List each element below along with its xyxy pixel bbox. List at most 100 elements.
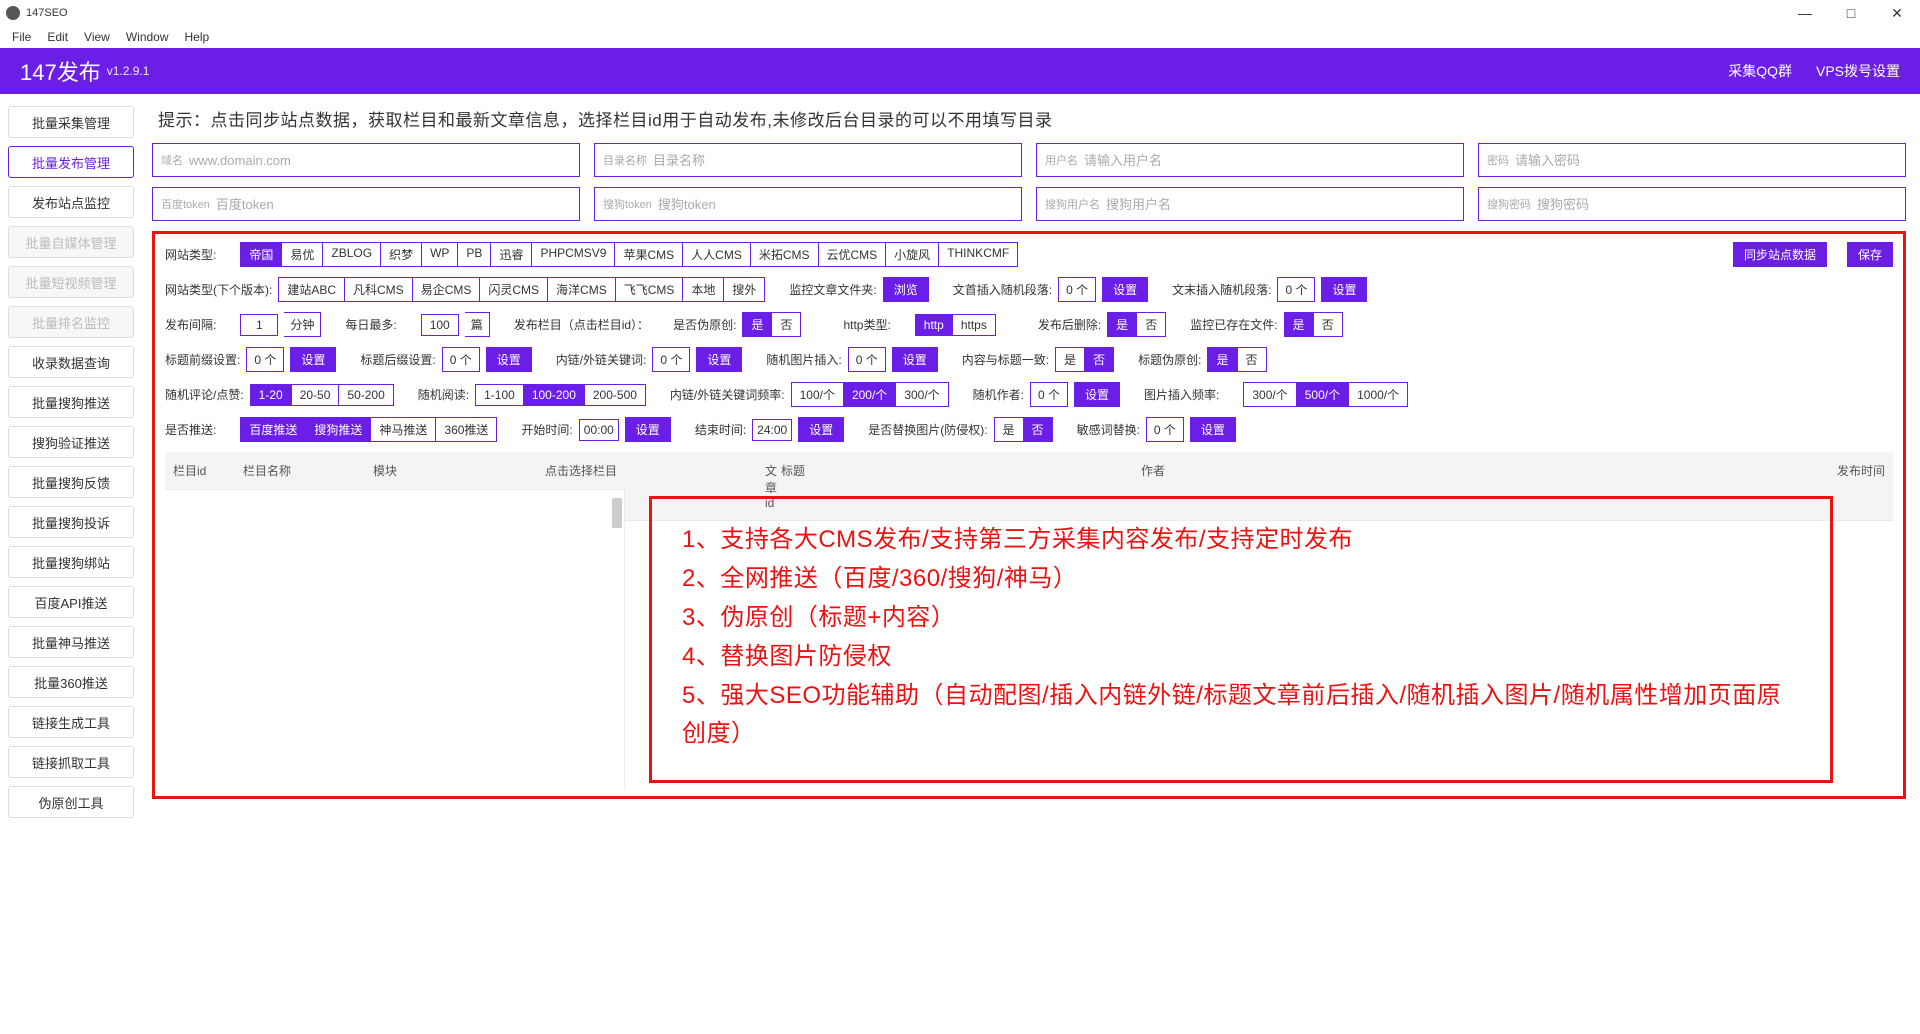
save-button[interactable]: 保存: [1847, 242, 1893, 267]
site-types-next-opt-5[interactable]: 飞飞CMS: [615, 277, 684, 302]
rand-img-input[interactable]: 0 个: [848, 347, 886, 372]
menu-edit[interactable]: Edit: [41, 28, 74, 46]
sidebar-item-13[interactable]: 批量神马推送: [8, 626, 134, 658]
site-types-opt-3[interactable]: 织梦: [380, 242, 422, 267]
menu-file[interactable]: File: [6, 28, 37, 46]
inputs-row1-input-0[interactable]: [189, 153, 571, 168]
replace-img-yes[interactable]: 是: [994, 417, 1024, 442]
rand-img-setting[interactable]: 设置: [892, 347, 938, 372]
push-opts-opt-1[interactable]: 搜狗推送: [305, 417, 371, 442]
comment-opts-opt-0[interactable]: 1-20: [250, 384, 292, 406]
inputs-row2-input-3[interactable]: [1537, 197, 1897, 212]
rand-author-setting[interactable]: 设置: [1074, 382, 1120, 407]
sidebar-item-9[interactable]: 批量搜狗反馈: [8, 466, 134, 498]
sensitive-setting[interactable]: 设置: [1190, 417, 1236, 442]
sidebar-item-14[interactable]: 批量360推送: [8, 666, 134, 698]
link-kw-setting[interactable]: 设置: [696, 347, 742, 372]
push-opts-opt-0[interactable]: 百度推送: [240, 417, 306, 442]
inputs-row2-input-0[interactable]: [216, 197, 571, 212]
daily-max-input[interactable]: 100: [421, 314, 459, 336]
site-types-opt-2[interactable]: ZBLOG: [322, 242, 381, 267]
sidebar-item-10[interactable]: 批量搜狗投诉: [8, 506, 134, 538]
title-suffix-input[interactable]: 0 个: [442, 347, 480, 372]
menu-help[interactable]: Help: [179, 28, 216, 46]
site-types-next-opt-0[interactable]: 建站ABC: [278, 277, 345, 302]
replace-img-no[interactable]: 否: [1023, 417, 1053, 442]
para-after-setting[interactable]: 设置: [1321, 277, 1367, 302]
sidebar-item-2[interactable]: 发布站点监控: [8, 186, 134, 218]
site-types-opt-5[interactable]: PB: [457, 242, 491, 267]
site-types-opt-7[interactable]: PHPCMSV9: [531, 242, 615, 267]
sidebar-item-6[interactable]: 收录数据查询: [8, 346, 134, 378]
title-pseudo-yes[interactable]: 是: [1207, 347, 1237, 372]
site-types-opt-13[interactable]: THINKCMF: [938, 242, 1018, 267]
freq-opts-opt-2[interactable]: 300/个: [895, 382, 948, 407]
monitor-exist-no[interactable]: 否: [1313, 312, 1343, 337]
after-delete-yes[interactable]: 是: [1107, 312, 1137, 337]
title-suffix-setting[interactable]: 设置: [486, 347, 532, 372]
maximize-button[interactable]: □: [1828, 0, 1874, 26]
site-types-next-opt-6[interactable]: 本地: [682, 277, 724, 302]
scrollbar-thumb[interactable]: [612, 498, 622, 528]
content-title-yes[interactable]: 是: [1055, 347, 1085, 372]
pseudo-yes[interactable]: 是: [742, 312, 772, 337]
sidebar-item-11[interactable]: 批量搜狗绑站: [8, 546, 134, 578]
sidebar-item-17[interactable]: 伪原创工具: [8, 786, 134, 818]
inputs-row1-input-2[interactable]: [1084, 153, 1455, 168]
freq-opts-opt-1[interactable]: 200/个: [843, 382, 896, 407]
sidebar-item-15[interactable]: 链接生成工具: [8, 706, 134, 738]
content-title-no[interactable]: 否: [1084, 347, 1114, 372]
sidebar-item-1[interactable]: 批量发布管理: [8, 146, 134, 178]
start-time-setting[interactable]: 设置: [625, 417, 671, 442]
monitor-exist-yes[interactable]: 是: [1284, 312, 1314, 337]
link-kw-input[interactable]: 0 个: [652, 347, 690, 372]
inputs-row2-input-1[interactable]: [658, 197, 1013, 212]
para-after-input[interactable]: 0 个: [1277, 277, 1315, 302]
push-opts-opt-3[interactable]: 360推送: [435, 417, 497, 442]
title-prefix-input[interactable]: 0 个: [246, 347, 284, 372]
read-opts-opt-0[interactable]: 1-100: [475, 384, 524, 406]
inputs-row1-input-3[interactable]: [1515, 153, 1897, 168]
site-types-opt-12[interactable]: 小旋风: [885, 242, 939, 267]
sidebar-item-16[interactable]: 链接抓取工具: [8, 746, 134, 778]
header-link-qq[interactable]: 采集QQ群: [1728, 61, 1792, 81]
site-types-next-opt-4[interactable]: 海洋CMS: [547, 277, 616, 302]
title-prefix-setting[interactable]: 设置: [290, 347, 336, 372]
comment-opts-opt-1[interactable]: 20-50: [291, 384, 340, 406]
img-freq-opts-opt-2[interactable]: 1000/个: [1348, 382, 1408, 407]
https-option[interactable]: https: [952, 314, 996, 336]
inputs-row2-input-2[interactable]: [1106, 197, 1455, 212]
sensitive-input[interactable]: 0 个: [1146, 417, 1184, 442]
sidebar-item-8[interactable]: 搜狗验证推送: [8, 426, 134, 458]
header-link-vps[interactable]: VPS拨号设置: [1816, 61, 1900, 81]
para-before-input[interactable]: 0 个: [1058, 277, 1096, 302]
sidebar-item-12[interactable]: 百度API推送: [8, 586, 134, 618]
freq-opts-opt-0[interactable]: 100/个: [791, 382, 844, 407]
menu-window[interactable]: Window: [120, 28, 175, 46]
inputs-row1-input-1[interactable]: [653, 153, 1013, 168]
sidebar-item-7[interactable]: 批量搜狗推送: [8, 386, 134, 418]
title-pseudo-no[interactable]: 否: [1237, 347, 1267, 372]
para-before-setting[interactable]: 设置: [1102, 277, 1148, 302]
site-types-opt-0[interactable]: 帝国: [240, 242, 282, 267]
push-opts-opt-2[interactable]: 神马推送: [370, 417, 436, 442]
start-time-input[interactable]: 00:00: [579, 419, 619, 441]
read-opts-opt-1[interactable]: 100-200: [523, 384, 585, 406]
site-types-opt-11[interactable]: 云优CMS: [818, 242, 887, 267]
after-delete-no[interactable]: 否: [1136, 312, 1166, 337]
rand-author-input[interactable]: 0 个: [1030, 382, 1068, 407]
minimize-button[interactable]: —: [1782, 0, 1828, 26]
sync-button[interactable]: 同步站点数据: [1733, 242, 1827, 267]
site-types-opt-1[interactable]: 易优: [281, 242, 323, 267]
menu-view[interactable]: View: [78, 28, 116, 46]
http-option[interactable]: http: [915, 314, 953, 336]
site-types-opt-4[interactable]: WP: [421, 242, 458, 267]
site-types-next-opt-2[interactable]: 易企CMS: [412, 277, 481, 302]
browse-button[interactable]: 浏览: [883, 277, 929, 302]
img-freq-opts-opt-1[interactable]: 500/个: [1296, 382, 1349, 407]
site-types-next-opt-1[interactable]: 凡科CMS: [344, 277, 413, 302]
read-opts-opt-2[interactable]: 200-500: [584, 384, 646, 406]
site-types-next-opt-3[interactable]: 闪灵CMS: [479, 277, 548, 302]
site-types-opt-9[interactable]: 人人CMS: [682, 242, 751, 267]
site-types-opt-8[interactable]: 苹果CMS: [614, 242, 683, 267]
